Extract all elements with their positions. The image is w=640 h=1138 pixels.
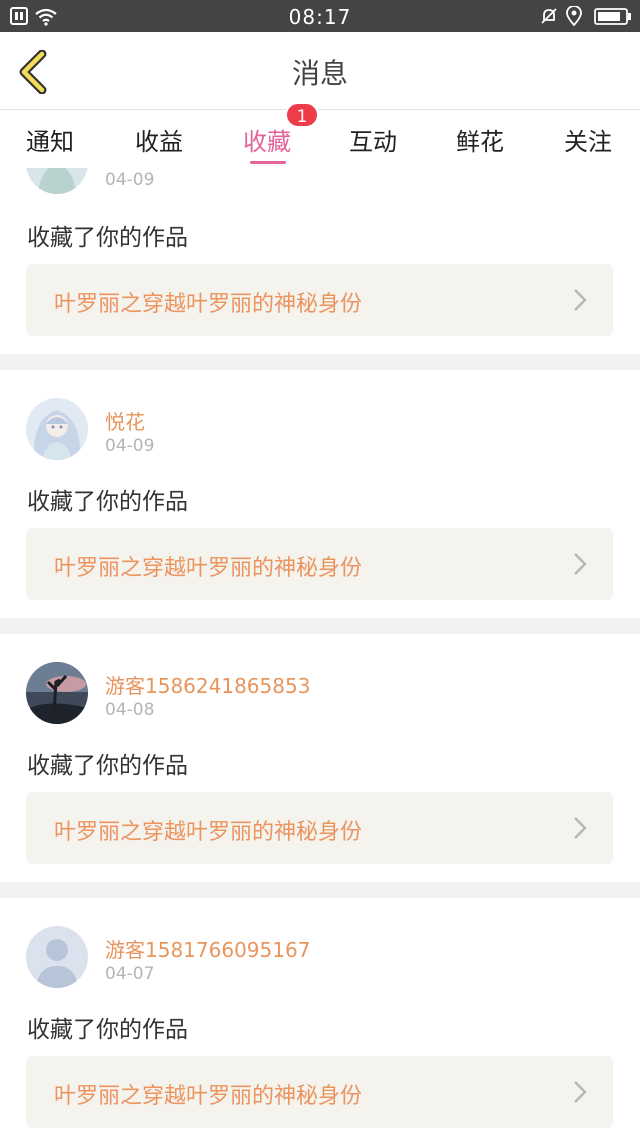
list-item[interactable]: 悦花 04-09 收藏了你的作品 叶罗丽之穿越叶罗丽的神秘身份: [0, 370, 640, 618]
chevron-right-icon: [574, 553, 587, 575]
chevron-right-icon: [574, 289, 587, 311]
list-item[interactable]: 游客1586241865853 04-08 收藏了你的作品 叶罗丽之穿越叶罗丽的…: [0, 634, 640, 882]
tab-following[interactable]: 关注: [548, 122, 628, 157]
chevron-right-icon: [574, 1081, 587, 1103]
work-title: 叶罗丽之穿越叶罗丽的神秘身份: [54, 556, 363, 581]
work-link[interactable]: 叶罗丽之穿越叶罗丽的神秘身份: [26, 264, 613, 336]
tab-bar: 通知 收益 收藏 互动 鲜花 关注: [0, 110, 640, 168]
active-tab-indicator: [250, 161, 286, 164]
favorite-action-text: 收藏了你的作品: [27, 489, 188, 515]
item-divider: [0, 618, 640, 634]
work-link[interactable]: 叶罗丽之穿越叶罗丽的神秘身份: [26, 528, 613, 600]
unread-badge: 1: [285, 102, 319, 128]
favorite-date: 04-08: [105, 700, 155, 720]
favorite-action-text: 收藏了你的作品: [27, 753, 188, 779]
work-title: 叶罗丽之穿越叶罗丽的神秘身份: [54, 820, 363, 845]
item-divider: [0, 882, 640, 898]
anime-girl-avatar[interactable]: [26, 168, 88, 194]
favorite-action-text: 收藏了你的作品: [27, 225, 188, 251]
username[interactable]: 悦花: [105, 406, 145, 435]
favorite-action-text: 收藏了你的作品: [27, 1017, 188, 1043]
username[interactable]: 游客1586241865853: [105, 670, 310, 699]
item-divider: [0, 354, 640, 370]
page-title: 消息: [291, 57, 348, 90]
navigation-header: 消息: [0, 32, 640, 110]
battery-icon: [594, 8, 631, 25]
chevron-right-icon: [574, 817, 587, 839]
list-item[interactable]: 游客1581766095167 04-07 收藏了你的作品 叶罗丽之穿越叶罗丽的…: [0, 898, 640, 1138]
tab-interactions[interactable]: 互动: [333, 122, 413, 157]
tab-notifications[interactable]: 通知: [10, 122, 90, 157]
landscape-avatar[interactable]: [26, 662, 88, 724]
work-link[interactable]: 叶罗丽之穿越叶罗丽的神秘身份: [26, 792, 613, 864]
favorite-date: 04-07: [105, 964, 155, 984]
mute-bell-icon: [541, 8, 557, 24]
default-user-avatar[interactable]: [26, 926, 88, 988]
favorite-date: 04-09: [105, 436, 155, 456]
tab-earnings[interactable]: 收益: [119, 122, 199, 157]
username[interactable]: 游客1581766095167: [105, 934, 310, 963]
anime-girl-avatar[interactable]: [26, 398, 88, 460]
tab-flowers[interactable]: 鲜花: [440, 122, 520, 157]
work-title: 叶罗丽之穿越叶罗丽的神秘身份: [54, 292, 363, 317]
favorite-date: 04-09: [105, 170, 155, 190]
work-title: 叶罗丽之穿越叶罗丽的神秘身份: [54, 1084, 363, 1109]
status-bar: 08:17: [0, 0, 640, 32]
work-link[interactable]: 叶罗丽之穿越叶罗丽的神秘身份: [26, 1056, 613, 1128]
favorites-feed[interactable]: 04-09 收藏了你的作品 叶罗丽之穿越叶罗丽的神秘身份 悦花 04-09 收藏…: [0, 168, 640, 1138]
location-icon: [566, 6, 582, 26]
list-item[interactable]: 04-09 收藏了你的作品 叶罗丽之穿越叶罗丽的神秘身份: [0, 168, 640, 340]
